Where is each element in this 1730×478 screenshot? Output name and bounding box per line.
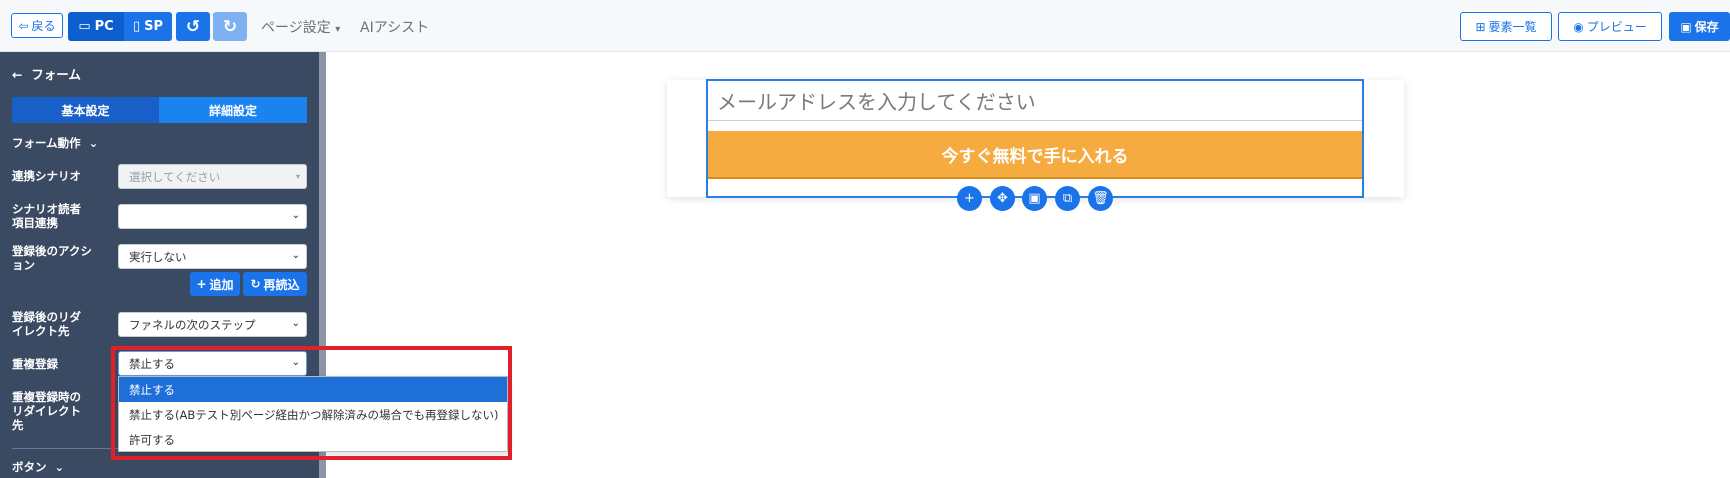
caret-down-icon: ▾ <box>295 172 300 181</box>
copy-icon[interactable]: ⧉ <box>1055 186 1080 211</box>
tab-basic-settings[interactable]: 基本設定 <box>12 97 159 123</box>
section-form-action[interactable]: フォーム動作 ⌄ <box>12 136 98 150</box>
scenario-select[interactable]: 選択してください ▾ <box>118 164 307 189</box>
redo-icon: ↻ <box>222 16 238 37</box>
duplicate-label: 重複登録 <box>12 357 58 371</box>
dropdown-option[interactable]: 禁止する(ABテスト別ページ経由かつ解除済みの場合でも再登録しない) <box>119 402 507 427</box>
scenario-label: 連携シナリオ <box>12 169 81 183</box>
move-icon[interactable]: ✥ <box>990 186 1015 211</box>
arrow-left-icon: ← <box>12 67 23 82</box>
pc-view-toggle[interactable]: ▭ PC <box>68 12 124 41</box>
floppy-icon: ▣ <box>1680 19 1692 34</box>
duplicate-redirect-label: 重複登録時の リダイレクト 先 <box>12 390 81 432</box>
chevron-down-icon: ⌄ <box>84 136 99 150</box>
back-button[interactable]: ⇦ 戻る <box>11 13 63 38</box>
ai-assist-menu[interactable]: AIアシスト <box>360 17 429 37</box>
preview-button[interactable]: ◉ プレビュー <box>1558 12 1662 41</box>
caret-down-icon: ▾ <box>335 24 341 35</box>
undo-icon: ↺ <box>185 16 201 37</box>
duplicate-options-dropdown: 禁止する 禁止する(ABテスト別ページ経由かつ解除済みの場合でも再登録しない) … <box>118 376 508 452</box>
redirect-select[interactable]: ファネルの次のステップ ⌄ <box>118 312 307 337</box>
chevron-down-icon: ⌄ <box>50 460 65 474</box>
chevron-down-icon: ⌄ <box>291 357 300 368</box>
add-button[interactable]: + 追加 <box>190 272 240 296</box>
chevron-down-icon: ⌄ <box>291 318 300 329</box>
selection-frame <box>706 79 1364 198</box>
reload-button[interactable]: ↻ 再読込 <box>243 272 307 296</box>
plus-icon: + <box>196 277 207 291</box>
reader-field-label: シナリオ読者 項目連携 <box>12 202 81 230</box>
sitemap-icon: ⊞ <box>1475 19 1486 34</box>
reload-icon: ↻ <box>250 277 261 291</box>
redirect-label: 登録後のリダ イレクト先 <box>12 310 81 338</box>
smartphone-icon: ▯ <box>132 19 141 34</box>
chevron-down-icon: ⌄ <box>291 210 300 221</box>
undo-button[interactable]: ↺ <box>176 12 210 41</box>
dropdown-option[interactable]: 禁止する <box>119 377 507 402</box>
eye-icon: ◉ <box>1573 19 1584 34</box>
elements-list-button[interactable]: ⊞ 要素一覧 <box>1460 12 1552 41</box>
save-button[interactable]: ▣ 保存 <box>1669 12 1730 41</box>
arrow-left-icon: ⇦ <box>18 18 29 33</box>
section-button[interactable]: ボタン ⌄ <box>12 460 64 474</box>
monitor-icon: ▭ <box>78 19 91 34</box>
redo-button[interactable]: ↻ <box>213 12 247 41</box>
after-action-label: 登録後のアクシ ョン <box>12 244 92 272</box>
top-toolbar: ⇦ 戻る ▭ PC ▯ SP ↺ ↻ ページ設定 ▾ AIアシスト ⊞ 要素一覧… <box>0 0 1730 52</box>
chevron-down-icon: ⌄ <box>291 250 300 261</box>
trash-icon[interactable]: 🗑 <box>1088 186 1113 211</box>
tab-advanced-settings[interactable]: 詳細設定 <box>159 97 307 123</box>
sp-view-toggle[interactable]: ▯ SP <box>124 12 172 41</box>
duplicate-select[interactable]: 禁止する ⌄ <box>118 351 307 376</box>
sidebar-header[interactable]: ← フォーム <box>12 68 81 82</box>
dropdown-option[interactable]: 許可する <box>119 427 507 452</box>
save-icon[interactable]: ▣ <box>1022 186 1047 211</box>
plus-icon[interactable]: + <box>957 186 982 211</box>
reader-field-select[interactable]: ⌄ <box>118 204 307 229</box>
after-action-select[interactable]: 実行しない ⌄ <box>118 244 307 269</box>
page-settings-menu[interactable]: ページ設定 ▾ <box>261 17 340 37</box>
